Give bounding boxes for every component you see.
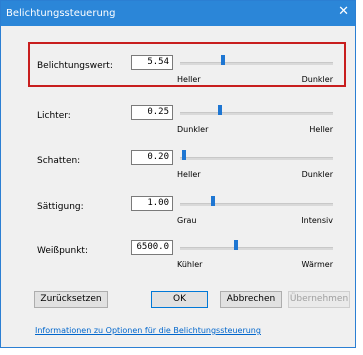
shadows-row: Schatten: 0.20 Heller Dunkler — [1, 144, 357, 186]
saturation-slider-thumb[interactable] — [210, 196, 215, 206]
window-title: Belichtungssteuerung — [6, 8, 116, 19]
saturation-slider-track[interactable] — [180, 203, 333, 206]
shadows-slider-track[interactable] — [180, 157, 333, 160]
apply-button[interactable]: Übernehmen — [288, 291, 350, 308]
dialog-window: Belichtungssteuerung ✕ Belichtungswert: … — [0, 0, 356, 348]
reset-button[interactable]: Zurücksetzen — [34, 291, 108, 308]
highlights-slider-thumb[interactable] — [218, 105, 223, 115]
saturation-low-label: Grau — [177, 216, 197, 225]
close-icon[interactable]: ✕ — [338, 5, 349, 19]
highlights-high-label: Heller — [309, 125, 333, 134]
whitepoint-value-field[interactable]: 6500.0 — [131, 240, 173, 255]
saturation-value-field[interactable]: 1.00 — [131, 196, 173, 211]
shadows-high-label: Dunkler — [301, 170, 333, 179]
whitepoint-high-label: Wärmer — [301, 260, 333, 269]
ok-button[interactable]: OK — [151, 291, 208, 308]
saturation-row: Sättigung: 1.00 Grau Intensiv — [1, 190, 357, 232]
saturation-label: Sättigung: — [37, 202, 84, 212]
whitepoint-slider-thumb[interactable] — [233, 240, 238, 250]
shadows-value-field[interactable]: 0.20 — [131, 150, 173, 165]
highlights-label: Lichter: — [37, 111, 71, 121]
cancel-button[interactable]: Abbrechen — [220, 291, 282, 308]
saturation-high-label: Intensiv — [301, 216, 333, 225]
shadows-slider-thumb[interactable] — [181, 150, 186, 160]
whitepoint-label: Weißpunkt: — [37, 246, 88, 256]
title-bar[interactable]: Belichtungssteuerung ✕ — [1, 1, 355, 26]
shadows-label: Schatten: — [37, 156, 81, 166]
help-link[interactable]: Informationen zu Optionen für die Belich… — [35, 326, 261, 335]
highlights-row: Lichter: 0.25 Dunkler Heller — [1, 99, 357, 141]
highlights-slider-track[interactable] — [180, 112, 333, 115]
highlights-value-field[interactable]: 0.25 — [131, 105, 173, 120]
whitepoint-low-label: Kühler — [177, 260, 203, 269]
highlights-low-label: Dunkler — [177, 125, 209, 134]
whitepoint-slider-track[interactable] — [180, 247, 333, 250]
highlight-box — [28, 42, 346, 87]
whitepoint-row: Weißpunkt: 6500.0 Kühler Wärmer — [1, 234, 357, 276]
shadows-low-label: Heller — [177, 170, 201, 179]
